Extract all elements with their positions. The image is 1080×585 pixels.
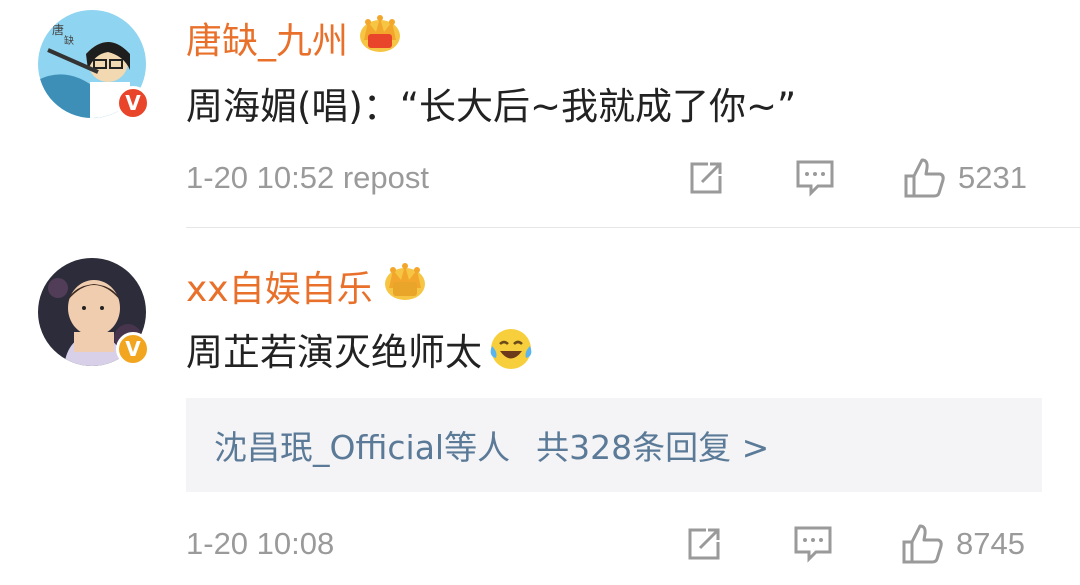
comment-timestamp: 1-20 10:08 (186, 526, 335, 561)
comment-icon (796, 160, 834, 197)
comment-text: 周芷若演灭绝师太 (186, 322, 534, 376)
like-count: 5231 (958, 160, 1027, 195)
verified-badge-icon: V (116, 332, 150, 366)
laughing-tears-emoji-icon (490, 329, 532, 369)
comment-button[interactable] (792, 524, 834, 564)
comment-item-1: 唐 缺 V 唐缺_九州 周海媚(唱)：“长大后~我就成了你~” 1-20 10:… (0, 0, 1080, 228)
comment-username[interactable]: xx自娱自乐 (186, 260, 427, 312)
svg-text:缺: 缺 (64, 34, 74, 47)
comment-text-content: 周芷若演灭绝师太 (186, 331, 482, 374)
comment-username[interactable]: 唐缺_九州 (186, 12, 402, 64)
username-text: xx自娱自乐 (186, 269, 373, 310)
verified-badge-label: V (125, 91, 141, 115)
like-button[interactable]: 5231 (902, 156, 1027, 200)
crown-icon (383, 262, 427, 311)
like-count: 8745 (956, 526, 1025, 561)
verified-badge-icon: V (116, 86, 150, 120)
comment-item-2: V xx自娱自乐 周芷若演灭绝师太 沈昌珉_Official等人 共328条回复… (0, 228, 1080, 585)
repost-button[interactable] (684, 524, 724, 564)
repost-icon (688, 528, 720, 560)
avatar[interactable]: V (38, 258, 150, 366)
comment-timestamp: 1-20 10:52 repost (186, 160, 430, 195)
like-icon (902, 524, 943, 564)
avatar[interactable]: 唐 缺 V (38, 10, 150, 120)
comment-button[interactable] (794, 158, 836, 198)
replies-count-link: 共328条回复 > (536, 428, 770, 467)
comment-icon (794, 526, 832, 563)
like-button[interactable]: 8745 (900, 522, 1025, 566)
repost-button[interactable] (686, 158, 726, 198)
verified-badge-label: V (125, 337, 141, 361)
repost-icon (690, 162, 722, 194)
replies-summary[interactable]: 沈昌珉_Official等人 共328条回复 > (186, 398, 1042, 492)
comment-text: 周海媚(唱)：“长大后~我就成了你~” (186, 85, 797, 128)
crown-icon (358, 14, 402, 63)
svg-text:唐: 唐 (52, 22, 64, 37)
like-icon (904, 158, 945, 198)
replies-users: 沈昌珉_Official等人 (214, 428, 511, 467)
username-text: 唐缺_九州 (186, 21, 349, 62)
